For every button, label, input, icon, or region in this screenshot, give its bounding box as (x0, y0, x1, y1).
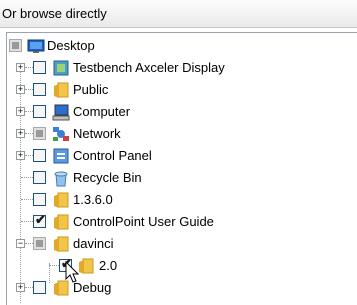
tree-item-label: Network (73, 126, 121, 141)
folder-tree[interactable]: Desktop + Testbench Axceler Display + Pu… (6, 32, 357, 305)
computer-icon (52, 103, 70, 121)
tree-item-desktop[interactable]: Desktop (7, 35, 347, 57)
tree-item-label: 1.3.6.0 (73, 192, 113, 207)
checkbox[interactable] (33, 149, 46, 162)
tree-item-label: Desktop (47, 38, 95, 53)
tree-item-davinci[interactable]: − davinci (7, 233, 347, 255)
collapse-icon[interactable]: − (16, 239, 25, 248)
tree-item-label: Computer (73, 104, 131, 119)
checkbox-partial[interactable] (33, 237, 46, 250)
checkbox-checked[interactable]: ✔ (33, 212, 46, 228)
tree-item-1-3-6-0[interactable]: 1.3.6.0 (7, 189, 347, 211)
checkbox[interactable] (33, 281, 46, 294)
tree-item-debug[interactable]: + Debug (7, 277, 347, 299)
checkbox[interactable] (33, 105, 46, 118)
tree-item-label: 2.0 (99, 258, 118, 273)
checkbox[interactable] (33, 193, 46, 206)
folder-icon (52, 191, 70, 209)
tree-item-label: davinci (73, 236, 114, 251)
checkbox-partial[interactable] (9, 39, 22, 52)
checkbox[interactable] (33, 171, 46, 184)
tree-item-network[interactable]: + Network (7, 123, 347, 145)
tree-item-label: ControlPoint User Guide (73, 214, 214, 229)
tree-item-2-0[interactable]: ✔ 2.0 (7, 255, 347, 277)
tree-item-label: Control Panel (73, 148, 152, 163)
folder-icon (52, 81, 70, 99)
expand-icon[interactable]: + (16, 85, 25, 94)
application-icon (52, 59, 70, 77)
mouse-cursor-icon (65, 260, 81, 285)
tree-item-controlpoint-user-guide[interactable]: ✔ ControlPoint User Guide (7, 211, 347, 233)
expand-icon[interactable]: + (16, 129, 25, 138)
tree-item-recycle-bin[interactable]: Recycle Bin (7, 167, 347, 189)
tree-item-control-panel[interactable]: + Control Panel (7, 145, 347, 167)
tree-item-testbench[interactable]: + Testbench Axceler Display (7, 57, 347, 79)
desktop-icon (27, 37, 45, 55)
folder-icon (52, 235, 70, 253)
network-icon (52, 125, 70, 143)
expand-icon[interactable]: + (16, 151, 25, 160)
section-header: Or browse directly (0, 0, 357, 28)
tree-item-public[interactable]: + Public (7, 79, 347, 101)
expand-icon[interactable]: + (16, 63, 25, 72)
tree-item-computer[interactable]: + Computer (7, 101, 347, 123)
tree-item-label: Recycle Bin (73, 170, 142, 185)
expand-icon[interactable]: + (16, 107, 25, 116)
checkbox[interactable] (33, 61, 46, 74)
tree-item-label: Testbench Axceler Display (73, 60, 225, 75)
expand-icon[interactable]: + (16, 283, 25, 292)
header-title: Or browse directly (2, 6, 107, 21)
tree-item-label: Public (73, 82, 109, 97)
control-panel-icon (52, 147, 70, 165)
recycle-bin-icon (52, 169, 70, 187)
checkbox-partial[interactable] (33, 127, 46, 140)
folder-icon (52, 213, 70, 231)
checkbox[interactable] (33, 83, 46, 96)
